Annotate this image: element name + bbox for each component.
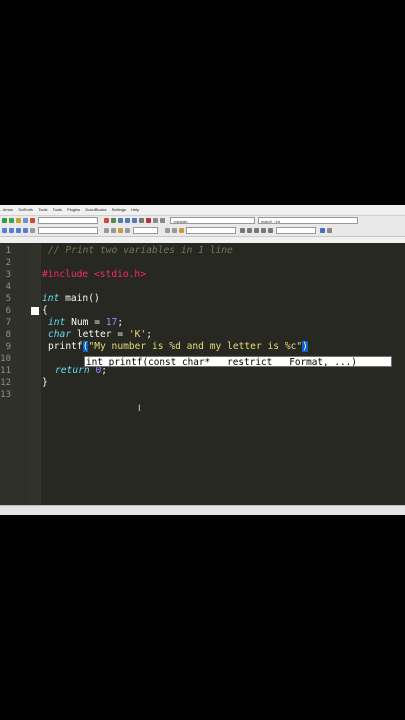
- next-icon[interactable]: [23, 228, 28, 233]
- line-number: 8: [5, 330, 11, 340]
- fold-marker-icon[interactable]: [31, 307, 39, 315]
- forward-icon[interactable]: [9, 228, 14, 233]
- line-number: 4: [5, 282, 11, 292]
- brace-match-close: ): [302, 341, 308, 352]
- function-signature: main(): [59, 293, 100, 304]
- char-literal: 'K': [128, 329, 147, 340]
- comment: // Print two variables in 1 line: [48, 245, 233, 256]
- number-literal: 17: [105, 317, 118, 328]
- find-combo[interactable]: [186, 227, 236, 234]
- menu-item-search[interactable]: SciSmth: [18, 207, 33, 212]
- function-calltip: int printf(const char* __restrict __Form…: [84, 356, 392, 367]
- line-number: 6: [5, 306, 11, 316]
- options-icon[interactable]: [327, 228, 332, 233]
- line-number: 3: [5, 270, 11, 280]
- line-number: 5: [5, 294, 11, 304]
- code-line-9: printf("My number is %d and my letter is…: [48, 341, 308, 352]
- code-line-6: {: [42, 305, 48, 316]
- zoom-in-icon[interactable]: [240, 228, 245, 233]
- line-number: 10: [0, 354, 11, 364]
- rebuild-icon[interactable]: [23, 218, 28, 223]
- toolbar-top: <global> main() : int: [0, 215, 405, 226]
- menu-item-docublocks[interactable]: DocuBlocks: [85, 207, 106, 212]
- menu-item-settings[interactable]: Settings: [112, 207, 126, 212]
- pause-icon[interactable]: [139, 218, 144, 223]
- bookmark-icon[interactable]: [30, 228, 35, 233]
- menu-bar: ...itman SciSmth Tools Tools Plugins Doc…: [0, 205, 405, 215]
- open-brace: {: [42, 305, 48, 316]
- stop-debug-icon[interactable]: [146, 218, 151, 223]
- scope-combo[interactable]: <global>: [170, 217, 255, 224]
- run-icon[interactable]: [9, 218, 14, 223]
- menu-item-help[interactable]: Help: [131, 207, 139, 212]
- prev-icon[interactable]: [16, 228, 21, 233]
- debug-info-icon[interactable]: [160, 218, 165, 223]
- debug-icon[interactable]: [104, 218, 109, 223]
- symbol-icon[interactable]: [320, 228, 325, 233]
- jump-back-icon[interactable]: [111, 228, 116, 233]
- string-literal: "My number is %d and my letter is %c": [88, 341, 303, 352]
- line-number: 1: [5, 246, 11, 256]
- jump-icon[interactable]: [104, 228, 109, 233]
- semicolon: ;: [117, 317, 124, 328]
- line-number: 7: [5, 318, 11, 328]
- type-keyword: int: [42, 293, 60, 304]
- include-header: <stdio.h>: [94, 269, 146, 280]
- menu-item-edit[interactable]: ...itman: [0, 207, 13, 212]
- declaration: letter =: [71, 329, 129, 340]
- regex-icon[interactable]: [172, 228, 177, 233]
- continue-icon[interactable]: [111, 218, 116, 223]
- code-editor[interactable]: 1 2 3 4 5 6 7 8 9 10 11 12 13 // Print t…: [0, 243, 405, 505]
- code-line-5: int main(): [42, 293, 100, 304]
- function-call: printf: [48, 341, 83, 352]
- match-case-icon[interactable]: [165, 228, 170, 233]
- code-line-1: // Print two variables in 1 line: [48, 245, 233, 256]
- menu-item-tools-2[interactable]: Tools: [53, 207, 62, 212]
- zoom-icon[interactable]: [254, 228, 259, 233]
- zoom-out-icon[interactable]: [247, 228, 252, 233]
- function-combo[interactable]: main() : int: [258, 217, 358, 224]
- replace-icon[interactable]: [261, 228, 266, 233]
- build-icon[interactable]: [2, 218, 7, 223]
- find-highlight-icon[interactable]: [179, 228, 184, 233]
- code-line-12: }: [42, 377, 48, 388]
- status-bar: [0, 505, 405, 515]
- line-number-gutter: 1 2 3 4 5 6 7 8 9 10 11 12 13: [0, 243, 30, 505]
- goto-icon[interactable]: [268, 228, 273, 233]
- debug-windows-icon[interactable]: [153, 218, 158, 223]
- next-instruction-icon[interactable]: [132, 218, 137, 223]
- text-cursor-icon: I: [138, 404, 141, 414]
- step-out-icon[interactable]: [125, 218, 130, 223]
- step-into-icon[interactable]: [118, 218, 123, 223]
- declaration: Num =: [65, 317, 106, 328]
- back-icon[interactable]: [2, 228, 7, 233]
- semicolon: ;: [146, 329, 152, 340]
- menu-item-plugins[interactable]: Plugins: [67, 207, 80, 212]
- search-combo[interactable]: [133, 227, 158, 234]
- fold-margin[interactable]: [30, 243, 41, 505]
- build-target-combo[interactable]: [38, 217, 98, 224]
- menu-item-tools[interactable]: Tools: [38, 207, 47, 212]
- goto-combo[interactable]: [276, 227, 316, 234]
- code-line-8: char letter = 'K';: [48, 329, 152, 340]
- line-number: 12: [0, 378, 11, 388]
- line-number: 13: [0, 390, 11, 400]
- preprocessor-directive: include: [47, 269, 89, 280]
- code-completion-combo[interactable]: [38, 227, 98, 234]
- line-number: 2: [5, 258, 11, 268]
- close-brace: }: [42, 377, 48, 388]
- abort-icon[interactable]: [30, 218, 35, 223]
- line-number: 9: [5, 342, 11, 352]
- code-line-7: int Num = 17;: [48, 317, 123, 328]
- ide-window: ...itman SciSmth Tools Tools Plugins Doc…: [0, 205, 405, 515]
- highlight-icon[interactable]: [118, 228, 123, 233]
- build-run-icon[interactable]: [16, 218, 21, 223]
- line-number: 11: [0, 366, 11, 376]
- toolbar-bottom: [0, 226, 405, 237]
- type-keyword: char: [48, 329, 72, 340]
- code-line-3: #include <stdio.h>: [42, 269, 146, 280]
- selection-icon[interactable]: [125, 228, 130, 233]
- type-keyword: int: [48, 317, 66, 328]
